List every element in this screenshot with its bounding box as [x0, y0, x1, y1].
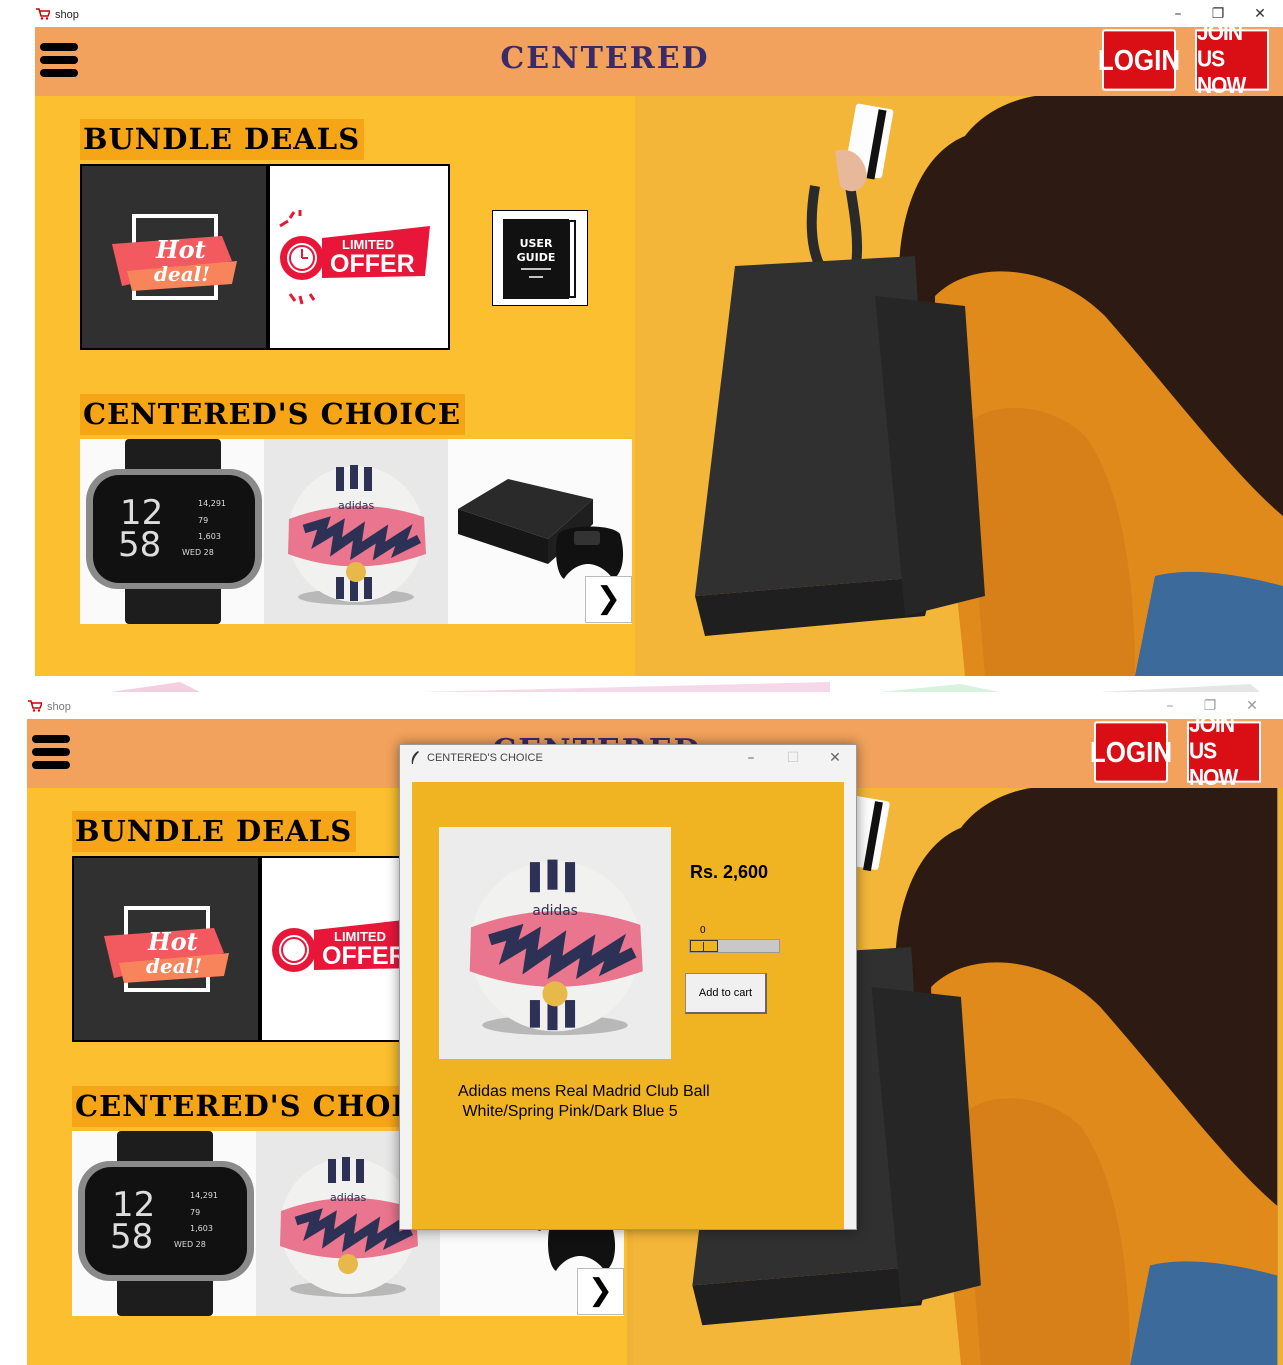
main-window: shop – ❐ ✕ CENTERED LOGIN JOIN US NOW BU…: [0, 0, 1283, 676]
product-image-brand: adidas: [532, 903, 577, 919]
watch-calories: 1,603: [198, 532, 221, 541]
hot-deal-line2: deal!: [146, 954, 202, 978]
hot-deal-line2: deal!: [154, 262, 210, 286]
main-window-with-dialog: shop – ❐ ✕ CENTERED LOGIN JOIN US NO: [0, 692, 1283, 1365]
watch-minute: 58: [110, 1217, 153, 1257]
watch-calories: 1,603: [190, 1224, 213, 1233]
centered-choice-title: CENTERED'S CHOICE: [80, 394, 466, 435]
dialog-close-button[interactable]: ✕: [820, 746, 850, 770]
dialog-maximize-button[interactable]: ☐: [778, 746, 808, 770]
restore-button[interactable]: ❐: [1195, 696, 1225, 716]
login-button[interactable]: LOGIN: [1098, 29, 1180, 91]
watch-heart: 79: [190, 1208, 200, 1217]
watch-heart: 79: [198, 516, 208, 525]
quantity-value: 0: [700, 925, 706, 936]
hot-deal-tile[interactable]: Hot deal!: [80, 164, 268, 350]
shopping-cart-icon: [28, 700, 42, 712]
watch-date: WED 28: [174, 1240, 206, 1249]
user-guide-button[interactable]: USER GUIDE: [492, 210, 588, 306]
divider-strip: [0, 676, 1283, 692]
user-guide-line2: GUIDE: [517, 251, 556, 264]
window-titlebar: shop – ❐ ✕: [0, 692, 1275, 719]
brand-title: CENTERED: [500, 41, 710, 76]
ball-brand-text: adidas: [338, 499, 375, 512]
limited-offer-tile[interactable]: LIMITED OFFER: [268, 164, 450, 350]
join-us-button[interactable]: JOIN US NOW: [1187, 719, 1261, 791]
window-titlebar: shop – ❐ ✕: [0, 0, 1283, 27]
add-to-cart-button[interactable]: Add to cart: [685, 973, 767, 1014]
product-price: Rs. 2,600: [690, 862, 769, 882]
minimize-button[interactable]: –: [1155, 696, 1185, 716]
book-icon: USER GUIDE: [503, 219, 576, 299]
product-image: adidas: [439, 827, 671, 1059]
limited-offer-line2: OFFER: [330, 250, 415, 278]
hot-deal-line1: Hot: [147, 927, 198, 956]
product-tile-watch[interactable]: 12 58 14,291 79 1,603 WED 28: [72, 1131, 256, 1316]
close-button[interactable]: ✕: [1245, 4, 1275, 24]
bundle-deals-title: BUNDLE DEALS: [72, 811, 357, 852]
shopping-cart-icon: [36, 8, 50, 20]
limited-offer-line2: OFFER: [322, 942, 407, 970]
restore-button[interactable]: ❐: [1203, 4, 1233, 24]
hot-deal-line1: Hot: [155, 235, 206, 264]
close-button[interactable]: ✕: [1237, 696, 1267, 716]
dialog-title: CENTERED'S CHOICE: [427, 752, 543, 764]
bundle-deals-title: BUNDLE DEALS: [80, 119, 365, 160]
user-guide-line1: USER: [520, 237, 553, 250]
watch-minute: 58: [118, 525, 161, 565]
login-button[interactable]: LOGIN: [1090, 721, 1172, 783]
quantity-slider[interactable]: [689, 939, 780, 953]
product-tile-watch[interactable]: 12 58 14,291 79 1,603 WED 28: [80, 439, 264, 624]
product-tile-ball[interactable]: adidas: [264, 439, 448, 624]
ball-brand-text: adidas: [330, 1191, 367, 1204]
watch-steps: 14,291: [190, 1191, 218, 1200]
product-description: Adidas mens Real Madrid Club Ball White/…: [458, 1083, 710, 1120]
window-title: shop: [55, 9, 79, 21]
app-canvas: CENTERED LOGIN JOIN US NOW BUNDLE DEALS …: [35, 27, 1283, 676]
minimize-button[interactable]: –: [1163, 4, 1193, 24]
dialog-body: adidas Rs. 2,600 0 Add to cart Adidas me…: [412, 782, 844, 1229]
hero-image: [635, 96, 1283, 676]
watch-steps: 14,291: [198, 499, 226, 508]
watch-date: WED 28: [182, 548, 214, 557]
hot-deal-tile[interactable]: Hot deal!: [72, 856, 260, 1042]
product-dialog: CENTERED'S CHOICE – ☐ ✕ adidas Rs. 2,600…: [399, 744, 857, 1230]
top-bar: CENTERED LOGIN JOIN US NOW: [35, 27, 1283, 99]
next-arrow-icon[interactable]: ❯: [577, 1268, 624, 1315]
quantity-slider-handle[interactable]: [690, 940, 718, 952]
join-us-button[interactable]: JOIN US NOW: [1195, 27, 1269, 99]
next-arrow-icon[interactable]: ❯: [585, 576, 632, 623]
window-title: shop: [47, 701, 71, 713]
dialog-minimize-button[interactable]: –: [736, 746, 766, 770]
feather-icon: [411, 751, 419, 764]
